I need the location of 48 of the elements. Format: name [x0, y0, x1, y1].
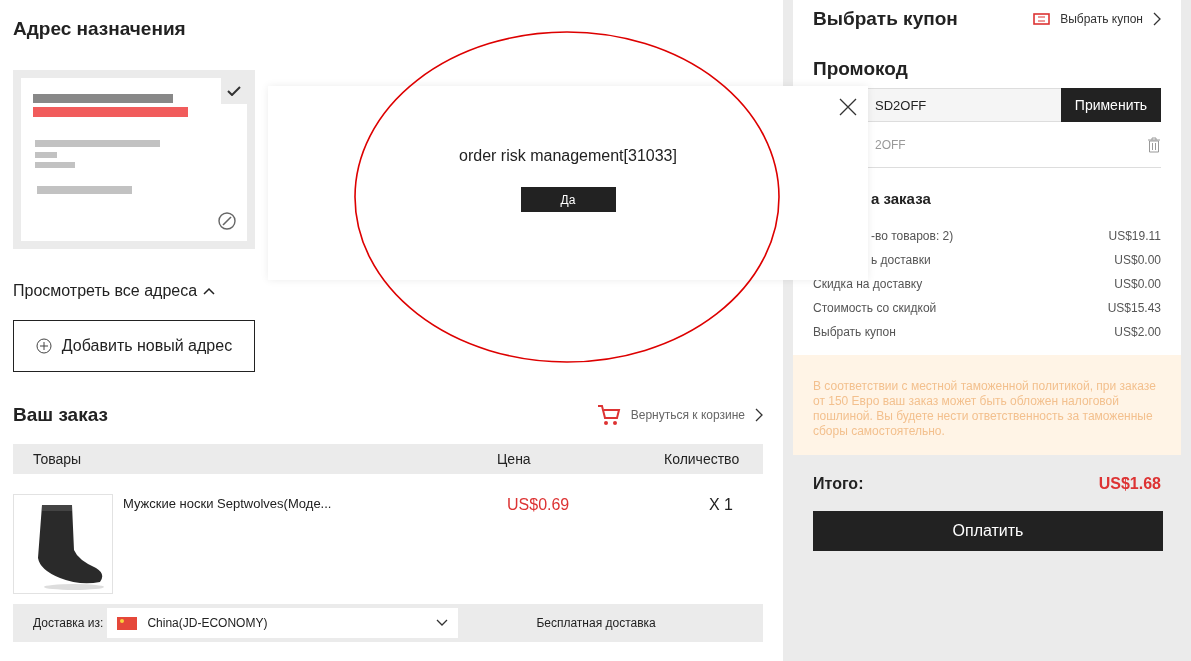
edit-icon[interactable]: [218, 212, 236, 230]
summary-label: -во товаров: 2): [870, 229, 954, 243]
view-all-addresses-link[interactable]: Просмотреть все адреса: [13, 282, 216, 300]
chevron-right-icon: [755, 408, 763, 422]
product-price: US$0.69: [507, 495, 571, 515]
summary-label: Скидка на доставку: [813, 277, 923, 291]
section-title: Промокод: [813, 58, 909, 80]
chevron-up-icon: [203, 287, 216, 295]
column-header: Цена: [497, 451, 532, 467]
address-card[interactable]: [13, 70, 255, 249]
summary-value: US$2.00: [1114, 325, 1161, 339]
choose-coupon-link[interactable]: Выбрать купон: [1033, 12, 1161, 26]
cart-icon: [596, 404, 621, 426]
section-title: Выбрать купон: [813, 8, 958, 30]
summary-value: US$0.00: [1114, 277, 1161, 291]
close-icon[interactable]: [838, 97, 858, 117]
section-title: а заказа: [870, 190, 932, 207]
flag-icon: [117, 616, 138, 630]
shipping-cost: Бесплатная доставка: [536, 616, 656, 630]
back-to-cart-link[interactable]: Вернуться к корзине: [596, 404, 763, 426]
chevron-down-icon: [436, 619, 449, 627]
add-address-button[interactable]: Добавить новый адрес: [13, 320, 255, 372]
summary-label: Выбрать купон: [813, 325, 896, 339]
shipping-method-select[interactable]: China(JD-ECONOMY): [107, 608, 459, 638]
product-name[interactable]: Мужские носки Septwolves(Моде...: [113, 494, 507, 594]
total-label: Итого:: [813, 475, 864, 493]
summary-value: US$0.00: [1114, 253, 1161, 267]
section-title: Адрес назначения: [13, 18, 187, 40]
customs-notice: В соответствии с местной таможенной политикой, при заказе от 150 Евро ваш заказ может быть обложен налоговой пошлиной. Вы будете нести ответственность за таможенные сборы самостоятельно.: [793, 355, 1181, 455]
shipping-label: Доставка из:: [33, 616, 104, 630]
applied-promo-code: 2OFF: [874, 137, 906, 152]
chevron-right-icon: [1153, 12, 1161, 26]
dialog-message: order risk management[31033]: [459, 147, 677, 165]
ticket-icon: [1033, 13, 1051, 25]
product-quantity: X 1: [708, 495, 733, 515]
column-header: Товары: [32, 451, 83, 467]
plus-circle-icon: [35, 338, 52, 354]
summary-value: US$19.11: [1108, 229, 1161, 243]
pay-button[interactable]: Оплатить: [813, 511, 1163, 551]
section-title: Ваш заказ: [13, 404, 108, 426]
apply-button[interactable]: Применить: [1061, 88, 1161, 122]
summary-value: US$15.43: [1107, 301, 1161, 315]
column-header: Количество: [664, 451, 741, 467]
ok-button[interactable]: Да: [520, 187, 616, 212]
total-value: US$1.68: [1098, 475, 1161, 493]
trash-icon[interactable]: [1147, 136, 1161, 153]
summary-label: Стоимость со скидкой: [813, 301, 937, 315]
summary-label: ь доставки: [870, 253, 931, 267]
